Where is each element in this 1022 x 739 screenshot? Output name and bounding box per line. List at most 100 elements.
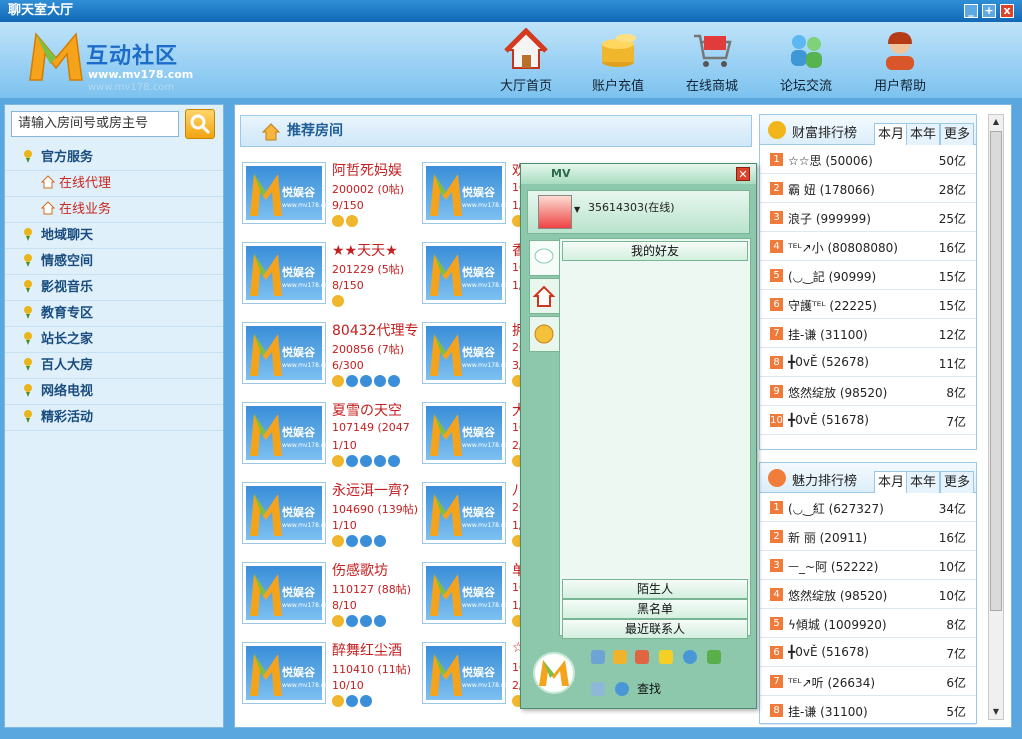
room-name[interactable]: 伤感歌坊 xyxy=(332,560,388,580)
rank-user[interactable]: 悠然绽放 (98520) xyxy=(788,384,887,401)
rank-user[interactable]: (◡‿紅 (627327) xyxy=(788,500,884,517)
rank-user[interactable]: 挂-谦 (31100) xyxy=(788,703,868,720)
speaker-icon[interactable] xyxy=(591,682,605,696)
rank-row[interactable]: 1 ☆☆思 (50006) 50亿 xyxy=(760,145,976,174)
scroll-up-icon[interactable]: ▲ xyxy=(990,115,1002,129)
room-thumbnail[interactable]: 悦娱谷 www.mv178.com xyxy=(242,322,334,384)
rank-row[interactable]: 2 新 丽 (20911) 16亿 xyxy=(760,522,976,551)
tree-item-tv[interactable]: 网络电视 xyxy=(5,379,223,405)
rank-row[interactable]: 7 挂-谦 (31100) 12亿 xyxy=(760,319,976,348)
rank-row[interactable]: 9 悠然绽放 (98520) 8亿 xyxy=(760,377,976,406)
group-blacklist[interactable]: 黑名单 xyxy=(562,599,748,619)
rank-row[interactable]: 3 ᅳ_~阿 (52222) 10亿 xyxy=(760,551,976,580)
rank-user[interactable]: ϟ傾城 (1009920) xyxy=(788,616,887,633)
close-button[interactable]: x xyxy=(1000,4,1014,18)
rank-row[interactable]: 3 浪子 (999999) 25亿 xyxy=(760,203,976,232)
rank-user[interactable]: (◡‿記 (90999) xyxy=(788,268,876,285)
room-name[interactable]: 永远洱一齊? xyxy=(332,480,409,500)
rank-user[interactable]: 挂-谦 (31100) xyxy=(788,326,868,343)
tree-item-emotion[interactable]: 情感空间 xyxy=(5,249,223,275)
popup-close-button[interactable]: ✕ xyxy=(736,167,750,181)
scroll-down-icon[interactable]: ▼ xyxy=(990,705,1002,719)
room-card[interactable]: 悦娱谷 www.mv178.com 伤感歌坊 110127 (88帖) 8/10 xyxy=(242,562,412,632)
room-card[interactable]: 悦娱谷 www.mv178.com 80432代理专 200856 (7帖) 6/300 xyxy=(242,322,419,392)
medal-icon[interactable] xyxy=(613,650,627,664)
rank-row[interactable]: 8 挂-谦 (31100) 5亿 xyxy=(760,696,976,725)
vertical-scrollbar[interactable]: ▲ ▼ xyxy=(988,114,1004,720)
rank-user[interactable]: ᅳ_~阿 (52222) xyxy=(788,558,878,575)
room-name[interactable]: 80432代理专 xyxy=(332,320,419,340)
rank-user[interactable]: 新 丽 (20911) xyxy=(788,529,867,546)
room-tab[interactable] xyxy=(529,278,559,314)
rank-user[interactable]: ☆☆思 (50006) xyxy=(788,152,873,169)
tree-item-webmaster[interactable]: 站长之家 xyxy=(5,327,223,353)
rank-row[interactable]: 5 (◡‿記 (90999) 15亿 xyxy=(760,261,976,290)
rank-user[interactable]: 霸 妞 (178066) xyxy=(788,181,875,198)
pin-icon[interactable] xyxy=(591,650,605,664)
room-card[interactable]: 悦娱谷 www.mv178.com 阿哲死妈娱 200002 (0帖) 9/150 xyxy=(242,162,412,232)
rank-row[interactable]: 8 ╋0vĚ (52678) 11亿 xyxy=(760,348,976,377)
nav-shop-button[interactable]: 在线商城 xyxy=(672,28,752,94)
room-card[interactable]: 悦娱谷 www.mv178.com 醉舞红尘酒 110410 (11帖) 10/10 xyxy=(242,642,412,712)
rank-user[interactable]: 守護ᵀᴱᴸ (22225) xyxy=(788,297,877,314)
group-recent-contacts[interactable]: 最近联系人 xyxy=(562,619,748,639)
room-thumbnail[interactable]: 悦娱谷 www.mv178.com xyxy=(422,242,514,304)
rank-row[interactable]: 6 ╋0vĚ (51678) 7亿 xyxy=(760,638,976,667)
tree-item-official[interactable]: 官方服务 xyxy=(5,145,223,171)
room-thumbnail[interactable]: 悦娱谷 www.mv178.com xyxy=(422,322,514,384)
tree-item-media[interactable]: 影视音乐 xyxy=(5,275,223,301)
room-thumbnail[interactable]: 悦娱谷 www.mv178.com xyxy=(422,482,514,544)
tree-item-bigroom[interactable]: 百人大房 xyxy=(5,353,223,379)
tree-subitem-agent[interactable]: 在线代理 xyxy=(5,171,223,197)
group-strangers[interactable]: 陌生人 xyxy=(562,579,748,599)
group-my-friends[interactable]: 我的好友 xyxy=(562,241,748,261)
rank-row[interactable]: 7 ᵀᴱᴸ↗听 (26634) 6亿 xyxy=(760,667,976,696)
room-thumbnail[interactable]: 悦娱谷 www.mv178.com xyxy=(242,242,334,304)
rank-row[interactable]: 1 (◡‿紅 (627327) 34亿 xyxy=(760,493,976,522)
service-tab[interactable] xyxy=(529,316,559,352)
room-name[interactable]: 醉舞红尘酒 xyxy=(332,640,402,660)
nav-recharge-button[interactable]: 账户充值 xyxy=(578,28,658,94)
rank-user[interactable]: ╋0vĚ (51678) xyxy=(788,413,869,427)
room-thumbnail[interactable]: 悦娱谷 www.mv178.com xyxy=(422,162,514,224)
notepad-icon[interactable] xyxy=(635,650,649,664)
room-name[interactable]: 阿哲死妈娱 xyxy=(332,160,402,180)
minimize-button[interactable]: _ xyxy=(964,4,978,18)
rank-user[interactable]: 浪子 (999999) xyxy=(788,210,871,227)
rank-user[interactable]: ᵀᴱᴸ↗听 (26634) xyxy=(788,674,875,691)
tab-year[interactable]: 本年 xyxy=(906,471,940,493)
nav-home-button[interactable]: 大厅首页 xyxy=(486,27,566,94)
room-thumbnail[interactable]: 悦娱谷 www.mv178.com xyxy=(422,562,514,624)
rank-row[interactable]: 10 ╋0vĚ (51678) 7亿 xyxy=(760,406,976,435)
rank-user[interactable]: ╋0vĚ (51678) xyxy=(788,645,869,659)
chat-tab[interactable] xyxy=(529,240,559,276)
rank-row[interactable]: 2 霸 妞 (178066) 28亿 xyxy=(760,174,976,203)
room-thumbnail[interactable]: 悦娱谷 www.mv178.com xyxy=(242,162,334,224)
room-thumbnail[interactable]: 悦娱谷 www.mv178.com xyxy=(242,642,334,704)
room-card[interactable]: 悦娱谷 www.mv178.com ★★天天★ 201229 (5帖) 8/150 xyxy=(242,242,412,312)
find-button[interactable]: 查找 xyxy=(637,680,661,697)
tab-month[interactable]: 本月 xyxy=(874,123,908,145)
room-search-input[interactable]: 请输入房间号或房主号 xyxy=(11,111,179,137)
search-icon[interactable] xyxy=(615,682,629,696)
room-thumbnail[interactable]: 悦娱谷 www.mv178.com xyxy=(422,642,514,704)
room-card[interactable]: 悦娱谷 www.mv178.com 夏雪の天空 107149 (2047 1/10 xyxy=(242,402,412,472)
tab-month[interactable]: 本月 xyxy=(874,471,908,493)
rank-user[interactable]: ╋0vĚ (52678) xyxy=(788,355,869,369)
room-thumbnail[interactable]: 悦娱谷 www.mv178.com xyxy=(242,482,334,544)
rank-row[interactable]: 4 悠然绽放 (98520) 10亿 xyxy=(760,580,976,609)
tree-subitem-business[interactable]: 在线业务 xyxy=(5,197,223,223)
rank-row[interactable]: 6 守護ᵀᴱᴸ (22225) 15亿 xyxy=(760,290,976,319)
tree-item-events[interactable]: 精彩活动 xyxy=(5,405,223,431)
room-name[interactable]: ★★天天★ xyxy=(332,240,398,260)
room-thumbnail[interactable]: 悦娱谷 www.mv178.com xyxy=(242,402,334,464)
scroll-thumb[interactable] xyxy=(990,131,1002,611)
rank-row[interactable]: 4 ᵀᴱᴸ↗小 (80808080) 16亿 xyxy=(760,232,976,261)
rank-row[interactable]: 5 ϟ傾城 (1009920) 8亿 xyxy=(760,609,976,638)
nav-help-button[interactable]: 用户帮助 xyxy=(860,28,940,94)
tree-item-education[interactable]: 教育专区 xyxy=(5,301,223,327)
rank-user[interactable]: 悠然绽放 (98520) xyxy=(788,587,887,604)
search-button[interactable] xyxy=(185,109,215,139)
maximize-button[interactable]: + xyxy=(982,4,996,18)
chevron-down-icon[interactable]: ▼ xyxy=(574,205,580,214)
